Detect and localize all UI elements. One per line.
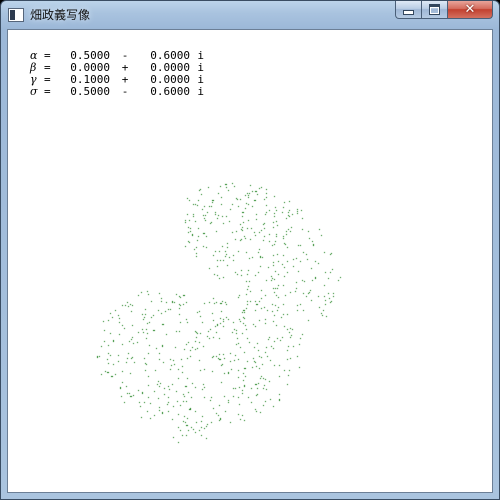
app-icon[interactable] bbox=[8, 8, 24, 22]
caption-buttons: ✕ bbox=[395, 1, 493, 20]
param-operator: - bbox=[121, 85, 129, 98]
fractal-plot bbox=[8, 30, 492, 492]
param-unit: i bbox=[197, 85, 204, 98]
close-button[interactable]: ✕ bbox=[448, 1, 493, 19]
param-equals: = bbox=[44, 85, 51, 98]
maximize-button[interactable] bbox=[422, 1, 448, 19]
maximize-icon bbox=[429, 4, 440, 15]
param-imag: 0.6000 bbox=[150, 85, 190, 98]
close-icon: ✕ bbox=[464, 1, 476, 17]
app-window: 畑政義写像 ✕ α = 0.5000 - 0.6000 i β = 0.0000… bbox=[0, 0, 500, 500]
canvas-area: α = 0.5000 - 0.6000 i β = 0.0000 + 0.000… bbox=[7, 29, 493, 493]
minimize-button[interactable] bbox=[395, 1, 422, 19]
minimize-icon bbox=[403, 10, 414, 15]
window-title: 畑政義写像 bbox=[30, 8, 91, 22]
param-row-sigma: σ = 0.5000 - 0.6000 i bbox=[30, 86, 204, 98]
title-bar[interactable]: 畑政義写像 ✕ bbox=[1, 1, 499, 29]
param-real: 0.5000 bbox=[70, 85, 110, 98]
parameter-list: α = 0.5000 - 0.6000 i β = 0.0000 + 0.000… bbox=[30, 50, 204, 98]
param-symbol: σ bbox=[30, 85, 38, 98]
